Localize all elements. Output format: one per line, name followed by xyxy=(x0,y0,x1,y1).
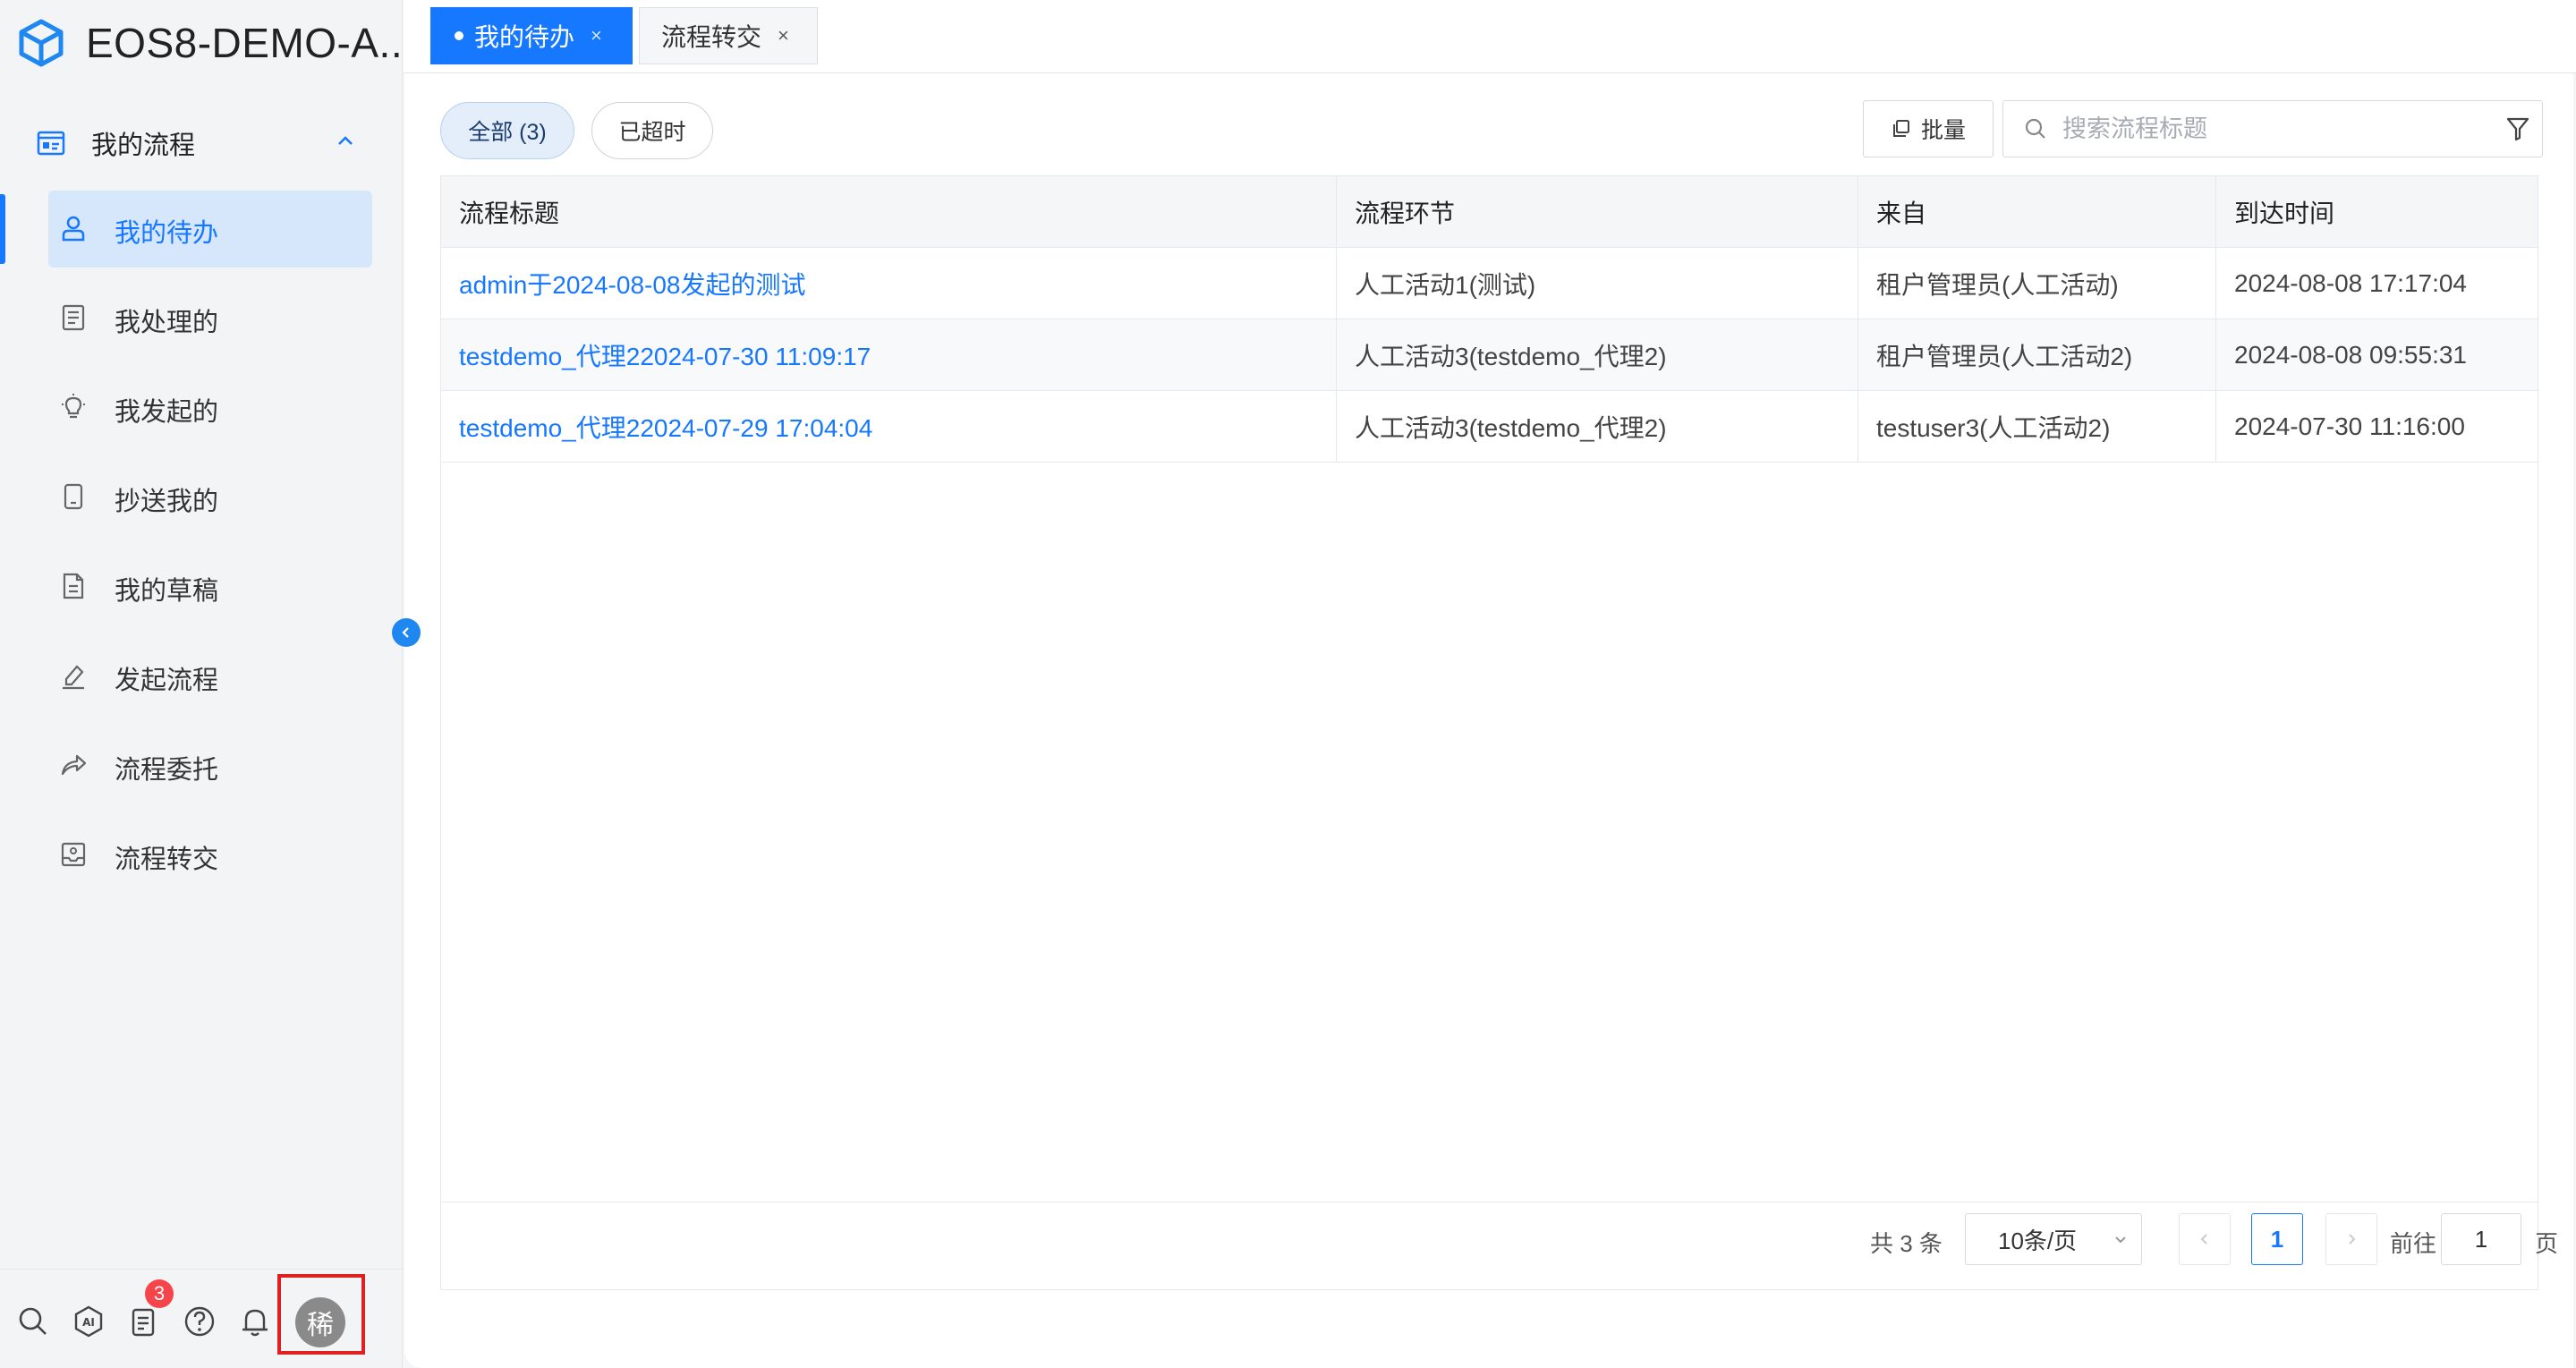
sidebar-nav: 我的待办 我处理的 我发起的 抄送我的 我的草稿 发起流程 流程委托 流程转交 xyxy=(0,191,403,906)
chevron-up-icon[interactable] xyxy=(335,131,356,152)
tab-process-transfer[interactable]: 流程转交 × xyxy=(639,7,818,64)
app-logo-icon xyxy=(19,19,64,67)
tab-bar: 我的待办 × 流程转交 × xyxy=(404,0,2576,73)
pagination: 共 3 条 10条/页 1 前往 页 xyxy=(441,1202,2558,1291)
pen-sign-icon xyxy=(63,665,84,690)
active-indicator xyxy=(0,194,5,264)
process-step-cell: 人工活动3(testdemo_代理2) xyxy=(1337,319,1858,391)
nav-group-my-process[interactable]: 我的流程 xyxy=(36,120,367,166)
column-header-from[interactable]: 来自 xyxy=(1858,176,2216,248)
search-input[interactable] xyxy=(2062,115,2483,143)
batch-label: 批量 xyxy=(1920,118,1966,143)
lightbulb-icon xyxy=(62,394,85,419)
svg-text:AI: AI xyxy=(82,1316,95,1329)
close-icon[interactable]: × xyxy=(591,24,602,47)
notification-badge: 3 xyxy=(145,1279,174,1308)
document-list-icon xyxy=(62,304,85,331)
process-table: 流程标题 流程环节 来自 到达时间 admin于2024-08-08发起的测试 … xyxy=(440,175,2558,1291)
close-icon[interactable]: × xyxy=(778,24,789,47)
user-icon xyxy=(62,216,85,242)
table-row[interactable]: testdemo_代理22024-07-29 17:04:04 人工活动3(te… xyxy=(441,391,2538,463)
filter-icon[interactable] xyxy=(2504,115,2531,142)
sidebar-item-start-process[interactable]: 发起流程 xyxy=(0,638,403,715)
sidebar-item-label: 我处理的 xyxy=(115,309,219,337)
copy-icon xyxy=(1892,120,1909,137)
tab-label: 流程转交 xyxy=(661,23,762,51)
sidebar-item-cc[interactable]: 抄送我的 xyxy=(0,459,403,536)
column-header-title[interactable]: 流程标题 xyxy=(441,176,1337,248)
sidebar-item-label: 抄送我的 xyxy=(115,488,219,516)
process-title-link[interactable]: testdemo_代理22024-07-29 17:04:04 xyxy=(441,391,1337,463)
from-cell: testuser3(人工活动2) xyxy=(1858,391,2216,463)
sidebar-item-my-todo[interactable]: 我的待办 xyxy=(0,191,403,268)
arrival-time-cell: 2024-08-08 17:17:04 xyxy=(2234,269,2467,297)
page-size-select[interactable]: 10条/页 xyxy=(1965,1213,2142,1265)
process-title-link[interactable]: testdemo_代理22024-07-30 11:09:17 xyxy=(441,319,1337,391)
process-step-cell: 人工活动1(测试) xyxy=(1337,248,1858,319)
sidebar-item-label: 流程委托 xyxy=(115,756,219,785)
sidebar: EOS8-DEMO-A... 我的流程 我的待办 我处理的 我发起的 抄送我的 … xyxy=(0,0,414,1368)
arrival-time-cell: 2024-08-08 09:55:31 xyxy=(2234,341,2467,369)
table-row[interactable]: admin于2024-08-08发起的测试 人工活动1(测试) 租户管理员(人工… xyxy=(441,248,2538,319)
app-title: EOS8-DEMO-A... xyxy=(86,20,415,66)
nav-group-label: 我的流程 xyxy=(91,132,196,160)
process-title-link[interactable]: admin于2024-08-08发起的测试 xyxy=(441,248,1337,319)
chevron-left-icon xyxy=(2200,1234,2207,1245)
filter-all-button[interactable]: 全部 (3) xyxy=(440,102,574,159)
chevron-left-icon xyxy=(402,627,409,638)
filter-overdue-button[interactable]: 已超时 xyxy=(591,102,713,159)
chevron-down-icon xyxy=(2115,1236,2126,1244)
sidebar-item-label: 发起流程 xyxy=(115,667,219,695)
main-panel: 全部 (3) 已超时 批量 流程标题 流程环节 来自 到达时间 admin于20… xyxy=(404,73,2573,1368)
sidebar-item-label: 流程转交 xyxy=(115,845,219,874)
page-size-value: 10条/页 xyxy=(1998,1227,2078,1254)
help-icon[interactable] xyxy=(183,1304,217,1338)
sidebar-item-drafts[interactable]: 我的草稿 xyxy=(0,548,403,625)
search-icon[interactable] xyxy=(16,1304,50,1338)
sidebar-item-delegation[interactable]: 流程委托 xyxy=(0,727,403,804)
column-header-arrival-time[interactable]: 到达时间 xyxy=(2216,176,2539,248)
draft-document-icon xyxy=(63,573,84,599)
from-cell: 租户管理员(人工活动) xyxy=(1858,248,2216,319)
sidebar-item-initiated[interactable]: 我发起的 xyxy=(0,370,403,446)
arrival-time-cell: 2024-07-30 11:16:00 xyxy=(2234,412,2465,440)
search-icon xyxy=(2025,118,2045,139)
sidebar-collapse-button[interactable] xyxy=(392,618,421,647)
column-header-step[interactable]: 流程环节 xyxy=(1337,176,1858,248)
process-step-cell: 人工活动3(testdemo_代理2) xyxy=(1337,391,1858,463)
from-cell: 租户管理员(人工活动2) xyxy=(1858,319,2216,391)
sidebar-item-transfer[interactable]: 流程转交 xyxy=(0,817,403,894)
batch-button[interactable]: 批量 xyxy=(1863,100,1994,157)
table-header: 流程标题 流程环节 来自 到达时间 xyxy=(441,176,2538,248)
tab-label: 我的待办 xyxy=(474,23,575,51)
sidebar-item-handled[interactable]: 我处理的 xyxy=(0,280,403,357)
prev-page-button[interactable] xyxy=(2179,1213,2231,1265)
avatar[interactable]: 稀 xyxy=(295,1297,345,1347)
sidebar-item-label: 我的草稿 xyxy=(115,577,219,606)
transfer-tray-icon xyxy=(61,842,86,867)
search-box xyxy=(2002,100,2543,157)
tab-my-todo[interactable]: 我的待办 × xyxy=(430,7,633,64)
sidebar-item-label: 我的待办 xyxy=(115,219,219,248)
share-arrow-icon xyxy=(61,754,87,776)
goto-label: 前往 xyxy=(2390,1230,2437,1257)
process-icon xyxy=(37,131,65,156)
next-page-button[interactable] xyxy=(2325,1213,2377,1265)
page-number-button[interactable]: 1 xyxy=(2251,1213,2303,1265)
goto-page-input[interactable] xyxy=(2441,1213,2521,1265)
page-suffix-label: 页 xyxy=(2535,1230,2559,1257)
brand: EOS8-DEMO-A... xyxy=(16,16,414,70)
total-count: 共 3 条 xyxy=(1870,1230,1943,1257)
chevron-right-icon xyxy=(2349,1234,2356,1245)
ai-icon[interactable]: AI xyxy=(72,1304,106,1338)
bell-icon[interactable] xyxy=(238,1304,272,1338)
table-row[interactable]: testdemo_代理22024-07-30 11:09:17 人工活动3(te… xyxy=(441,319,2538,391)
tablet-icon xyxy=(64,483,83,510)
active-dot-icon xyxy=(455,31,463,40)
task-list-icon[interactable] xyxy=(127,1304,161,1338)
sidebar-item-label: 我发起的 xyxy=(115,398,219,427)
